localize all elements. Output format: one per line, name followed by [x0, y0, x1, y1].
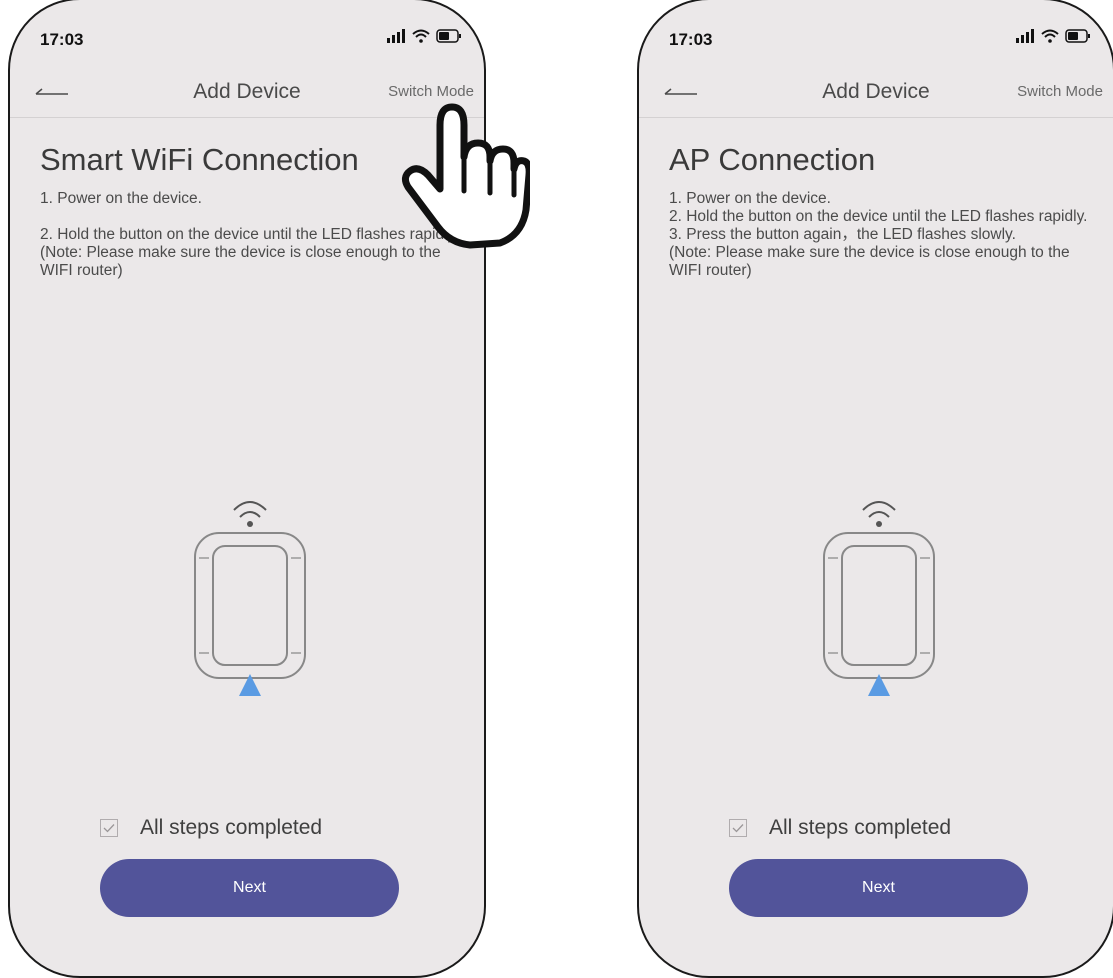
nav-divider	[639, 117, 1113, 118]
steps-completed-checkbox[interactable]	[100, 819, 118, 837]
checkmark-icon	[103, 824, 115, 833]
instruction-steps: 1. Power on the device. 2. Hold the butt…	[669, 190, 1089, 280]
steps-completed-label: All steps completed	[769, 816, 952, 839]
step-text: 3. Press the button again，the LED flashe…	[669, 226, 1016, 243]
steps-completed-checkbox[interactable]	[729, 819, 747, 837]
device-wifi-icon	[823, 501, 935, 696]
phone-screen-ap: 17:03 Add Device Switch Mode AP Connecti…	[637, 0, 1113, 978]
pointing-hand-icon	[401, 103, 530, 249]
step-note: (Note: Please make sure the device is cl…	[40, 244, 441, 279]
status-time: 17:03	[40, 30, 84, 49]
battery-icon	[1065, 29, 1090, 43]
step-text: 1. Power on the device.	[40, 190, 202, 207]
wifi-icon	[412, 29, 430, 43]
next-button[interactable]: Next	[100, 859, 399, 917]
step-text: 1. Power on the device.	[669, 190, 831, 207]
instruction-steps: 1. Power on the device. 2. Hold the butt…	[40, 190, 460, 280]
step-text: 2. Hold the button on the device until t…	[669, 208, 1088, 225]
step-spacer	[40, 208, 460, 226]
page-title: AP Connection	[669, 142, 876, 177]
steps-completed-row[interactable]: All steps completed	[100, 816, 322, 840]
step-text: 2. Hold the button on the device until t…	[40, 226, 459, 243]
signal-icon	[387, 29, 405, 43]
next-button[interactable]: Next	[729, 859, 1028, 917]
battery-icon	[436, 29, 461, 43]
step-note: (Note: Please make sure the device is cl…	[669, 244, 1070, 279]
device-wifi-icon	[194, 501, 306, 696]
page-title: Smart WiFi Connection	[40, 142, 359, 177]
signal-icon	[1016, 29, 1034, 43]
status-icons	[1015, 29, 1091, 43]
wifi-icon	[1041, 29, 1059, 43]
switch-mode-link[interactable]: Switch Mode	[1017, 83, 1103, 100]
status-time: 17:03	[669, 30, 713, 49]
steps-completed-label: All steps completed	[140, 816, 323, 839]
status-icons	[386, 29, 462, 43]
steps-completed-row[interactable]: All steps completed	[729, 816, 951, 840]
checkmark-icon	[732, 824, 744, 833]
